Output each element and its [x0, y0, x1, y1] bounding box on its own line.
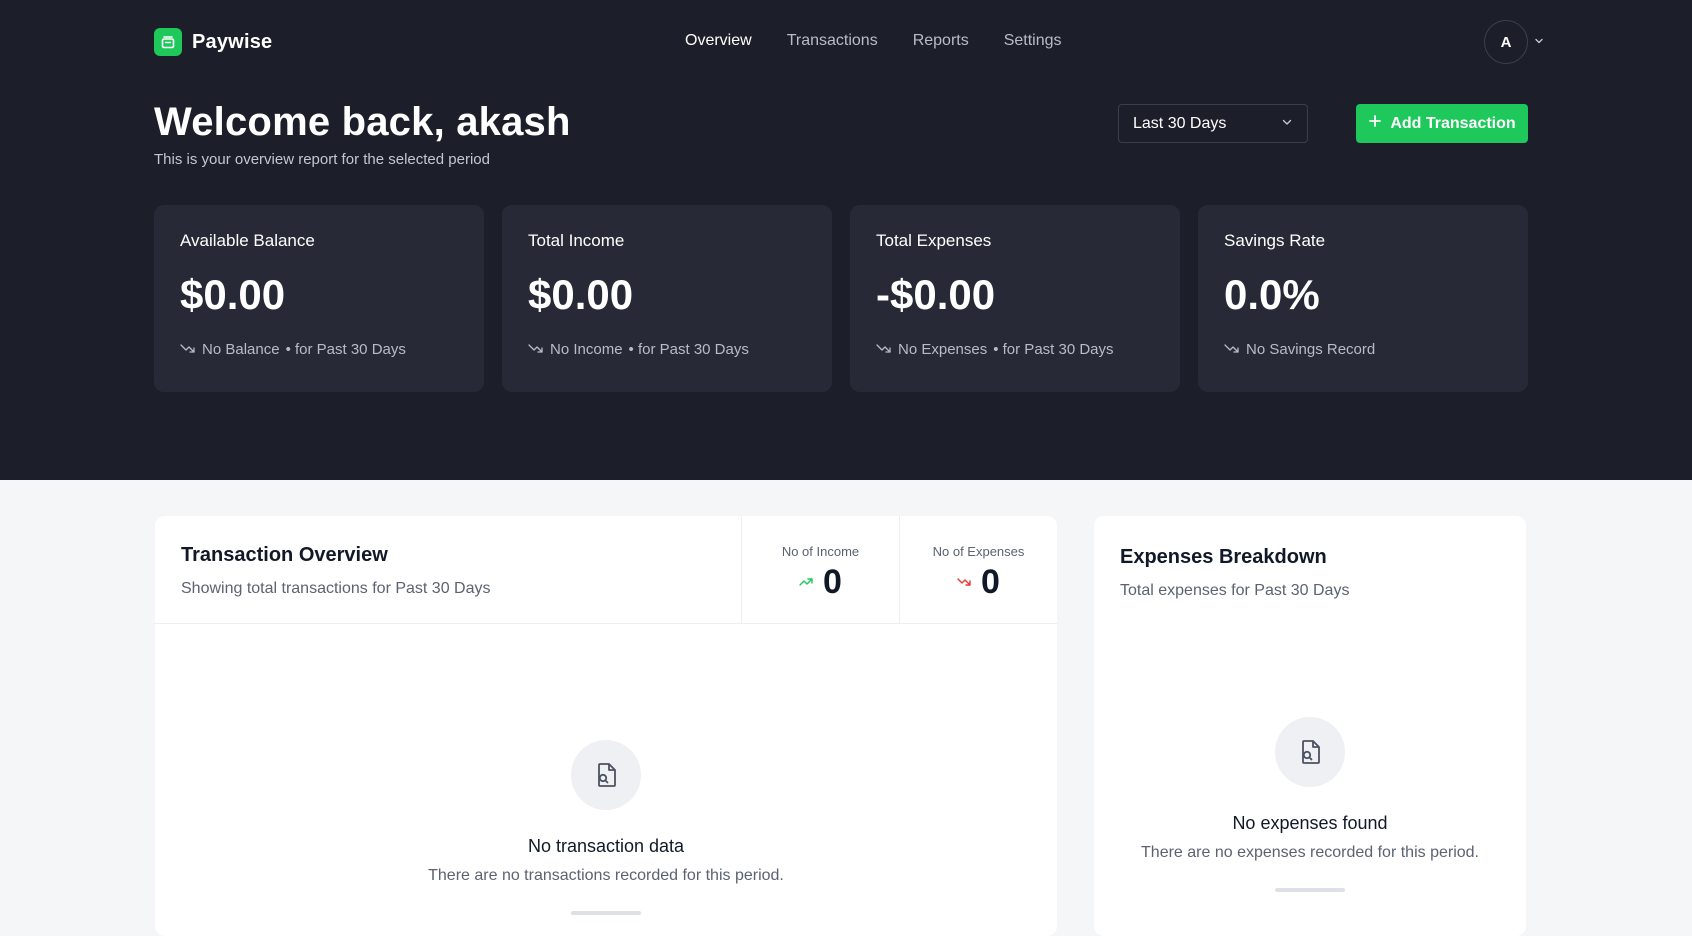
stat-value: $0.00 [528, 271, 634, 318]
stat-cards: Available Balance $0.00 No Balance • for… [154, 205, 1528, 392]
transaction-overview-panel: Transaction Overview Showing total trans… [155, 516, 1057, 936]
stat-card-savings: Savings Rate 0.0% No Savings Record [1198, 205, 1528, 392]
trend-down-icon [528, 341, 544, 358]
period-select-value: Last 30 Days [1133, 114, 1227, 132]
main-nav: Overview Transactions Reports Settings [685, 32, 1062, 50]
empty-state-subtitle: There are no expenses recorded for this … [1141, 844, 1479, 861]
expenses-breakdown-subtitle: Total expenses for Past 30 Days [1120, 582, 1350, 599]
transaction-overview-subtitle: Showing total transactions for Past 30 D… [181, 580, 491, 597]
trend-down-icon [957, 574, 971, 592]
top-navigation-bar: Paywise Overview Transactions Reports Se… [154, 20, 1544, 64]
welcome-block: Welcome back, akash This is your overvie… [154, 100, 571, 168]
plus-icon [1368, 114, 1382, 133]
stat-note-period: • for Past 30 Days [993, 341, 1114, 358]
trend-down-icon [1224, 341, 1240, 358]
income-count-value: 0 [823, 563, 842, 601]
file-search-icon [1275, 717, 1345, 787]
stat-label: Savings Rate [1224, 231, 1326, 250]
nav-item-reports[interactable]: Reports [913, 32, 969, 50]
stat-label: Available Balance [180, 231, 315, 250]
add-transaction-label: Add Transaction [1390, 114, 1516, 132]
stat-note: No Balance • for Past 30 Days [180, 341, 458, 358]
transaction-overview-header: Transaction Overview Showing total trans… [155, 516, 1057, 624]
avatar[interactable]: A [1484, 20, 1528, 64]
chevron-down-icon[interactable] [1534, 33, 1544, 51]
file-search-icon [571, 740, 641, 810]
transaction-empty-state: No transaction data There are no transac… [155, 740, 1057, 915]
expense-count-label: No of Expenses [932, 544, 1025, 559]
stat-card-balance: Available Balance $0.00 No Balance • for… [154, 205, 484, 392]
nav-item-settings[interactable]: Settings [1004, 32, 1062, 50]
stat-note-period: • for Past 30 Days [628, 341, 749, 358]
trend-up-icon [799, 574, 813, 592]
stat-note-text: No Income [550, 341, 623, 358]
stat-note: No Income • for Past 30 Days [528, 341, 806, 358]
empty-state-title: No transaction data [527, 836, 685, 856]
expense-count-value: 0 [981, 563, 1000, 601]
nav-item-transactions[interactable]: Transactions [787, 32, 878, 50]
empty-state-subtitle: There are no transactions recorded for t… [428, 867, 784, 884]
stat-note-text: No Expenses [898, 341, 988, 358]
trend-down-icon [180, 341, 196, 358]
chevron-down-icon [1281, 115, 1293, 133]
stat-card-expenses: Total Expenses -$0.00 No Expenses • for … [850, 205, 1180, 392]
wallet-icon [154, 28, 182, 56]
add-transaction-button[interactable]: Add Transaction [1356, 104, 1528, 143]
page-subtitle: This is your overview report for the sel… [154, 151, 490, 168]
expenses-empty-state: No expenses found There are no expenses … [1094, 717, 1526, 892]
divider [1275, 888, 1345, 892]
divider [571, 911, 641, 915]
stat-note-period: • for Past 30 Days [285, 341, 406, 358]
stat-value: 0.0% [1224, 271, 1320, 318]
stat-label: Total Income [528, 231, 625, 250]
stat-label: Total Expenses [876, 231, 992, 250]
income-count-label: No of Income [781, 544, 860, 559]
empty-state-title: No expenses found [1232, 813, 1388, 833]
app-name: Paywise [192, 30, 273, 53]
stat-value: $0.00 [180, 271, 286, 318]
expenses-breakdown-panel: Expenses Breakdown Total expenses for Pa… [1094, 516, 1526, 936]
stat-value: -$0.00 [876, 271, 996, 318]
page-title: Welcome back, akash [154, 100, 571, 144]
nav-item-overview[interactable]: Overview [685, 32, 752, 50]
expenses-breakdown-title: Expenses Breakdown [1120, 546, 1327, 568]
period-select[interactable]: Last 30 Days [1118, 104, 1308, 143]
stat-note: No Savings Record [1224, 341, 1502, 358]
stat-note: No Expenses • for Past 30 Days [876, 341, 1154, 358]
app-logo[interactable]: Paywise [154, 28, 272, 56]
trend-down-icon [876, 341, 892, 358]
income-count-box: No of Income 0 [741, 516, 899, 624]
expense-count: 0 [900, 563, 1057, 602]
stat-note-text: No Savings Record [1246, 341, 1376, 358]
stat-note-text: No Balance [202, 341, 280, 358]
stat-card-income: Total Income $0.00 No Income • for Past … [502, 205, 832, 392]
income-count: 0 [742, 563, 899, 602]
expense-count-box: No of Expenses 0 [899, 516, 1057, 624]
transaction-overview-title: Transaction Overview [181, 544, 388, 566]
user-menu[interactable]: A [1484, 20, 1544, 64]
